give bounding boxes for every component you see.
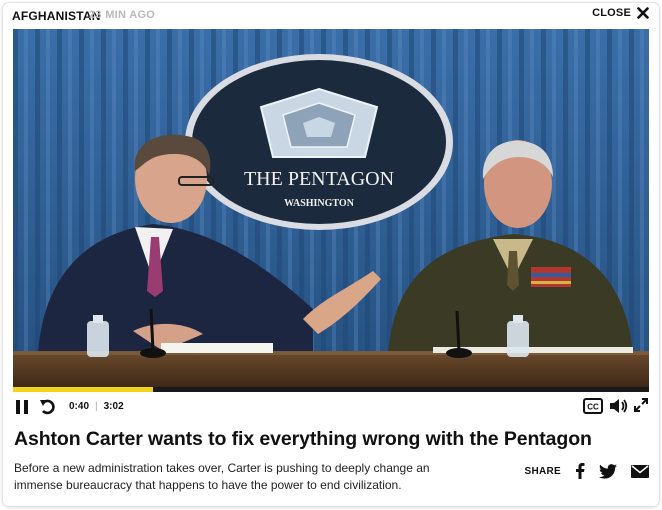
share-label: SHARE bbox=[524, 465, 561, 477]
top-bar: AFGHANISTAN 23 MIN AGO CLOSE bbox=[3, 3, 659, 29]
twitter-icon[interactable] bbox=[599, 463, 617, 479]
email-icon[interactable] bbox=[631, 464, 649, 478]
volume-icon[interactable] bbox=[609, 397, 629, 415]
replay-icon[interactable] bbox=[39, 398, 57, 416]
timestamp: 23 MIN AGO bbox=[89, 9, 156, 21]
pause-icon[interactable] bbox=[15, 399, 29, 415]
current-time: 0:40 bbox=[69, 401, 90, 412]
seal-title: THE PENTAGON bbox=[244, 168, 394, 190]
water-bottle bbox=[87, 321, 109, 357]
cc-icon[interactable]: CC bbox=[583, 398, 603, 414]
table bbox=[13, 353, 649, 387]
seal-subtitle: WASHINGTON bbox=[284, 198, 355, 209]
article-headline[interactable]: Ashton Carter wants to fix everything wr… bbox=[14, 428, 592, 451]
facebook-icon[interactable] bbox=[575, 463, 585, 479]
duration: 3:02 bbox=[103, 401, 124, 412]
close-label: CLOSE bbox=[592, 7, 631, 19]
progress-bar[interactable] bbox=[13, 387, 649, 392]
share-bar: SHARE bbox=[524, 463, 649, 479]
fullscreen-icon[interactable] bbox=[633, 397, 649, 413]
close-button[interactable]: CLOSE bbox=[592, 7, 649, 19]
pentagon-seal: THE PENTAGON WASHINGTON bbox=[185, 54, 453, 230]
video-player[interactable]: THE PENTAGON WASHINGTON bbox=[13, 29, 649, 387]
cc-label: CC bbox=[587, 403, 599, 412]
close-icon bbox=[637, 7, 649, 19]
category-label[interactable]: AFGHANISTAN bbox=[12, 9, 101, 23]
video-card: AFGHANISTAN 23 MIN AGO CLOSE THE PENTAGO… bbox=[3, 3, 659, 506]
player-controls: 0:40 | 3:02 CC bbox=[13, 396, 649, 418]
time-separator: | bbox=[95, 401, 98, 412]
progress-fill bbox=[13, 387, 153, 392]
microphone bbox=[140, 348, 166, 358]
water-bottle bbox=[507, 321, 529, 357]
timecode: 0:40 | 3:02 bbox=[69, 401, 124, 412]
video-frame: THE PENTAGON WASHINGTON bbox=[13, 29, 649, 387]
article-dek: Before a new administration takes over, … bbox=[14, 461, 430, 492]
microphone bbox=[446, 348, 472, 358]
